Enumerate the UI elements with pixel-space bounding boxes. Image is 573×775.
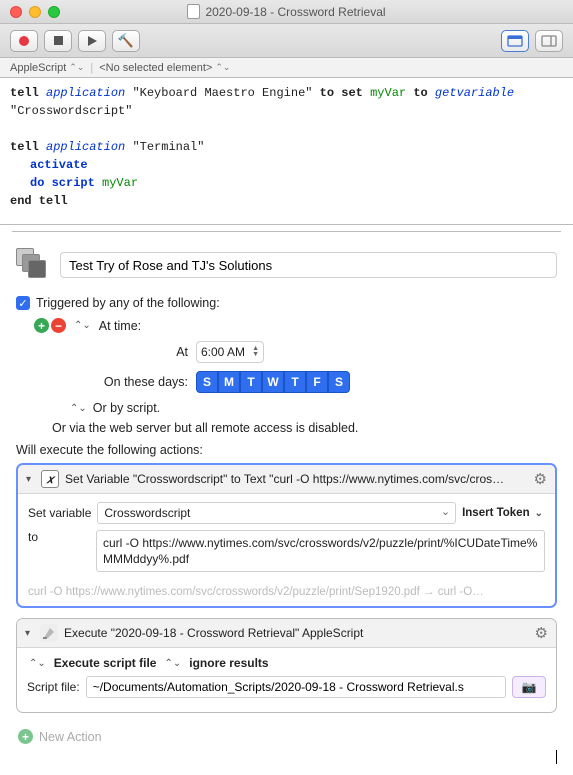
keyword-to: to	[413, 86, 427, 100]
window-titlebar: 2020-09-18 - Crossword Retrieval	[0, 0, 573, 24]
set-variable-label: Set variable	[28, 506, 91, 520]
text-value-field[interactable]: curl -O https://www.nytimes.com/svc/cros…	[96, 530, 545, 572]
day-toggle-sun[interactable]: S	[196, 371, 218, 393]
triggered-by-label: Triggered by any of the following:	[36, 296, 220, 310]
keyword-tell: tell	[10, 140, 39, 154]
time-stepper[interactable]: ▲▼	[252, 346, 259, 358]
keyword-application: application	[46, 140, 125, 154]
insert-token-button[interactable]: Insert Token⌄	[462, 507, 545, 519]
toolbar: 🔨	[0, 24, 573, 58]
day-toggle-thu[interactable]: T	[284, 371, 306, 393]
keyword-end-tell: end tell	[10, 194, 68, 208]
or-by-script-label: Or by script.	[93, 401, 160, 415]
language-selector[interactable]: AppleScript⌃⌄	[6, 62, 88, 74]
macro-name-input[interactable]	[60, 252, 557, 278]
enabled-checkbox[interactable]: ✓	[16, 296, 30, 310]
keyword-getvariable: getvariable	[435, 86, 514, 100]
add-trigger-button[interactable]: +	[34, 318, 49, 333]
split-window-icon	[541, 35, 557, 47]
command-activate: activate	[30, 158, 88, 172]
zoom-window-button[interactable]	[48, 6, 60, 18]
window-title: 2020-09-18 - Crossword Retrieval	[205, 5, 385, 19]
day-toggle-tue[interactable]: T	[240, 371, 262, 393]
day-toggle-fri[interactable]: F	[306, 371, 328, 393]
day-toggle-wed[interactable]: W	[262, 371, 284, 393]
view-mode-content-button[interactable]	[501, 30, 529, 52]
navigation-bar: AppleScript⌃⌄ | <No selected element>⌃⌄	[0, 58, 573, 78]
script-file-input[interactable]	[86, 676, 506, 698]
action-set-variable[interactable]: ▾ 𝑥 Set Variable "Crosswordscript" to Te…	[16, 463, 557, 608]
at-label: At	[98, 345, 188, 359]
plus-icon: +	[18, 729, 33, 744]
remove-trigger-button[interactable]: −	[51, 318, 66, 333]
close-window-button[interactable]	[10, 6, 22, 18]
string-literal: "Terminal"	[132, 140, 204, 154]
applescript-icon	[40, 624, 58, 642]
traffic-lights	[0, 6, 60, 18]
disclosure-toggle[interactable]: ▾	[25, 628, 34, 639]
gear-icon[interactable]: ⚙	[535, 624, 548, 642]
to-label: to	[28, 530, 90, 544]
keyword-tell: tell	[10, 86, 39, 100]
macro-icon[interactable]	[16, 248, 50, 282]
execute-mode-chevron[interactable]: ⌃⌄	[27, 658, 48, 669]
element-selector[interactable]: <No selected element>⌃⌄	[95, 62, 234, 74]
new-action-button[interactable]: + New Action	[16, 723, 557, 750]
keyword-to-set: to set	[320, 86, 363, 100]
action-title: Execute "2020-09-18 - Crossword Retrieva…	[64, 626, 529, 640]
action-execute-applescript[interactable]: ▾ Execute "2020-09-18 - Crossword Retrie…	[16, 618, 557, 713]
day-toggle-mon[interactable]: M	[218, 371, 240, 393]
script-editor[interactable]: tell application "Keyboard Maestro Engin…	[0, 78, 573, 225]
will-execute-label: Will execute the following actions:	[16, 443, 557, 457]
execute-mode-label: Execute script file	[54, 656, 157, 670]
string-literal: "Keyboard Maestro Engine"	[132, 86, 312, 100]
time-input[interactable]: 6:00 AM ▲▼	[196, 341, 264, 363]
results-mode-chevron[interactable]: ⌃⌄	[162, 658, 183, 669]
window-icon	[507, 35, 523, 47]
minimize-window-button[interactable]	[29, 6, 41, 18]
results-mode-label: ignore results	[189, 656, 268, 670]
command-do-script: do script	[30, 176, 95, 190]
trigger-type-chevron[interactable]: ⌃⌄	[72, 320, 93, 331]
run-button[interactable]	[78, 30, 106, 52]
days-label: On these days:	[98, 375, 188, 389]
web-server-label: Or via the web server but all remote acc…	[34, 421, 557, 435]
gear-icon[interactable]: ⚙	[534, 470, 547, 488]
disclosure-toggle[interactable]: ▾	[26, 474, 35, 485]
variable-icon: 𝑥	[41, 470, 59, 488]
variable-name-field[interactable]: Crosswordscript	[97, 502, 456, 524]
keyboard-maestro-editor: ✓ Triggered by any of the following: + −…	[0, 232, 573, 775]
record-button[interactable]	[10, 30, 38, 52]
action-title: Set Variable "Crosswordscript" to Text "…	[65, 472, 528, 486]
document-icon	[187, 4, 200, 19]
text-caret	[556, 750, 557, 764]
at-time-label: At time:	[99, 319, 141, 333]
variable-myvar: myVar	[370, 86, 406, 100]
script-file-label: Script file:	[27, 680, 80, 694]
script-trigger-chevron[interactable]: ⌃⌄	[68, 403, 89, 414]
reveal-file-button[interactable]: 📷	[512, 676, 546, 698]
build-button[interactable]: 🔨	[112, 30, 140, 52]
view-mode-sidebar-button[interactable]	[535, 30, 563, 52]
stop-button[interactable]	[44, 30, 72, 52]
camera-icon: 📷	[522, 680, 537, 694]
keyword-application: application	[46, 86, 125, 100]
string-literal: "Crosswordscript"	[10, 104, 132, 118]
variable-myvar: myVar	[102, 176, 138, 190]
day-toggle-sat[interactable]: S	[328, 371, 350, 393]
action-preview: curl -O https://www.nytimes.com/svc/cros…	[18, 586, 555, 606]
